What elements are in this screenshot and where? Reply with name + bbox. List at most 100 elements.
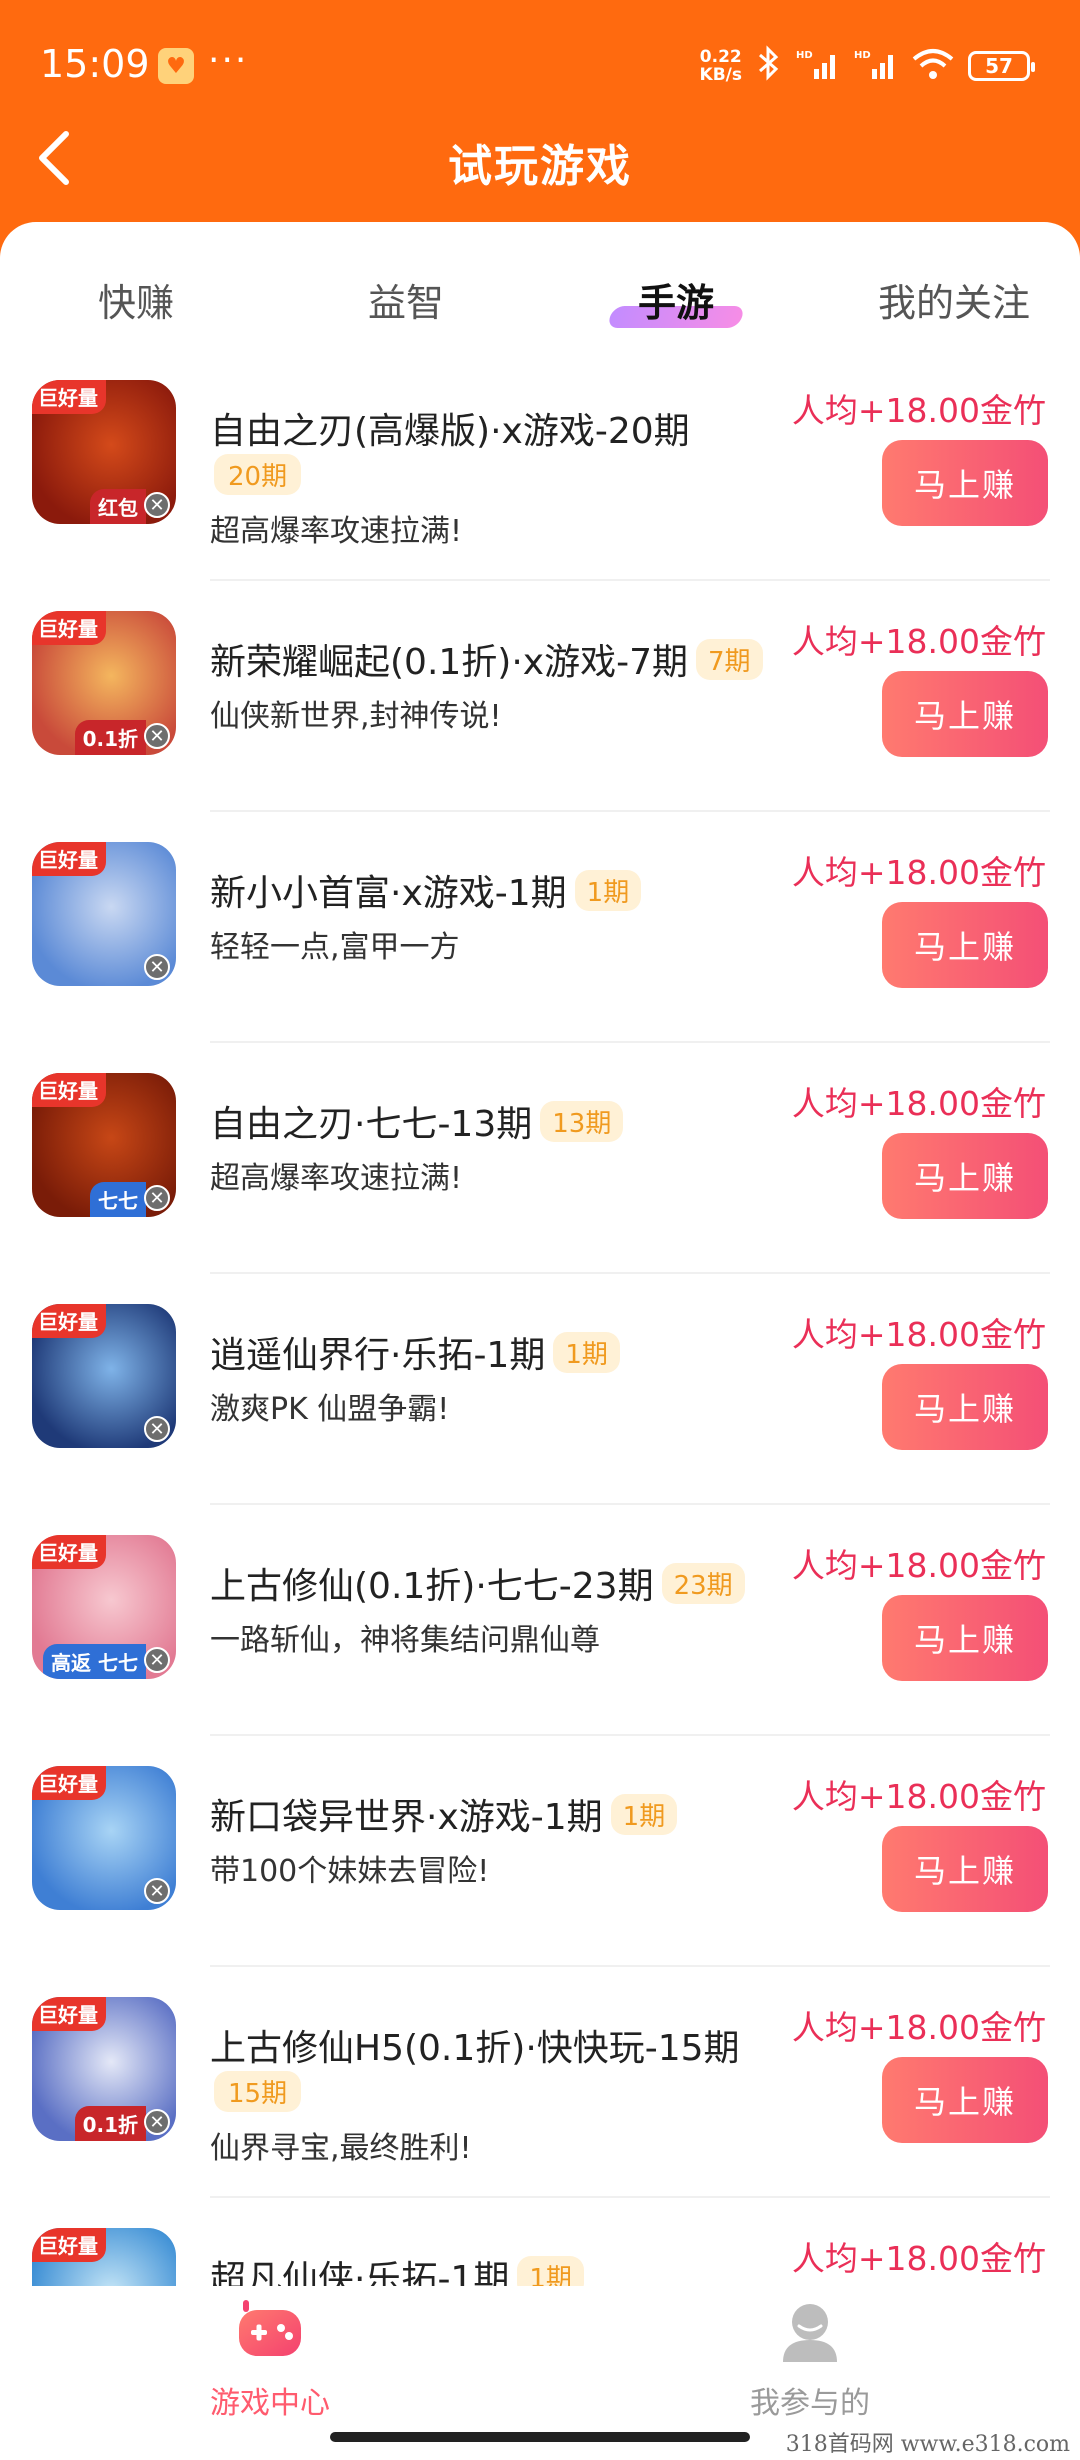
game-title: 逍遥仙界行·乐拓-1期 1期 xyxy=(210,1326,620,1378)
game-description: 带100个妹妹去冒险! xyxy=(210,1854,490,1889)
game-title: 上古修仙H5(0.1折)·快快玩-15期 xyxy=(210,2019,740,2071)
hot-badge: 巨好量 xyxy=(32,380,106,414)
close-icon: ✕ xyxy=(144,954,170,980)
more-notifications-icon: ··· xyxy=(208,40,249,81)
period-tag: 7期 xyxy=(696,639,763,680)
game-description: 仙侠新世界,封神传说! xyxy=(210,699,502,734)
signal-icon-2: HD xyxy=(854,47,898,85)
reward-amount: 人均+18.00金竹 xyxy=(791,1315,1046,1354)
tab-label: 快赚 xyxy=(97,281,174,325)
hot-badge: 巨好量 xyxy=(32,1535,106,1569)
reward-amount: 人均+18.00金竹 xyxy=(791,2239,1046,2278)
hot-badge: 巨好量 xyxy=(32,842,106,876)
game-description: 超高爆率攻速拉满! xyxy=(210,1161,463,1196)
tab-my-follows[interactable]: 我的关注 xyxy=(854,272,1054,327)
game-icon[interactable]: 巨好量 ✕ xyxy=(32,1304,176,1448)
reward-amount: 人均+18.00金竹 xyxy=(791,622,1046,661)
platform-badge: 0.1折 xyxy=(74,720,146,755)
earn-now-button[interactable]: 马上赚 xyxy=(882,1826,1048,1912)
game-icon[interactable]: 巨好量红包 ✕ xyxy=(32,380,176,524)
status-bar: 15:09 ♥ ··· 0.22 KB/s HD HD 57 xyxy=(0,0,1080,130)
game-description: 轻轻一点,富甲一方 xyxy=(210,930,460,965)
nav-label: 游戏中心 xyxy=(210,2386,330,2421)
tab-label: 手游 xyxy=(637,281,714,325)
main-content: 快赚 益智 手游 我的关注 巨好量 红包 ✕ 自由之刃(高爆版)·x游戏-20期 20期… xyxy=(0,222,1080,2460)
user-icon xyxy=(775,2296,845,2366)
game-title: 新口袋异世界·x游戏-1期 1期 xyxy=(210,1788,678,1840)
earn-now-button[interactable]: 马上赚 xyxy=(882,1133,1048,1219)
reward-amount: 人均+18.00金竹 xyxy=(791,391,1046,430)
reward-amount: 人均+18.00金竹 xyxy=(791,853,1046,892)
earn-now-button[interactable]: 马上赚 xyxy=(882,2057,1048,2143)
watermark: 318首码网 www.e318.com xyxy=(785,2432,1070,2457)
platform-badge: 高返 七七 xyxy=(43,1644,146,1679)
wifi-icon xyxy=(912,47,954,85)
app-header: 15:09 ♥ ··· 0.22 KB/s HD HD 57 试玩游戏 xyxy=(0,0,1080,222)
earn-now-button[interactable]: 马上赚 xyxy=(882,671,1048,757)
close-icon: ✕ xyxy=(144,1185,170,1211)
earn-now-button[interactable]: 马上赚 xyxy=(882,1595,1048,1681)
tab-mobile-games[interactable]: 手游 xyxy=(576,272,776,328)
svg-text:HD: HD xyxy=(854,50,871,61)
category-tabs: 快赚 益智 手游 我的关注 xyxy=(0,222,1080,350)
period-tag: 15期 xyxy=(214,2071,302,2112)
game-title-text: 新荣耀崛起(0.1折)·x游戏-7期 xyxy=(210,642,688,683)
period-tag: 20期 xyxy=(214,454,302,495)
game-icon[interactable]: 巨好量 0.1折 ✕ xyxy=(32,611,176,755)
tab-label: 我的关注 xyxy=(877,281,1030,325)
period-tag: 1期 xyxy=(574,870,642,911)
hot-badge: 巨好量 xyxy=(32,1997,106,2031)
game-row[interactable]: 巨好量 ✕ 新口袋异世界·x游戏-1期 1期 带100个妹妹去冒险! 人均+18.00金竹… xyxy=(0,1736,1080,1967)
game-icon[interactable]: 巨好量 ✕ xyxy=(32,842,176,986)
game-row[interactable]: 巨好量 ✕ 新小小首富·x游戏-1期 1期轻轻一点,富甲一方 人均+18.00金竹马上赚 xyxy=(0,812,1080,1043)
nav-label: 我参与的 xyxy=(750,2386,870,2421)
battery-indicator: 57 xyxy=(968,51,1035,81)
period-tag: 1期 xyxy=(610,1794,678,1835)
game-icon[interactable]: 巨好量 ✕ xyxy=(32,1766,176,1910)
period-tag: 13期 xyxy=(540,1101,624,1142)
close-icon: ✕ xyxy=(144,492,170,518)
game-description: 超高爆率攻速拉满! xyxy=(210,514,463,549)
game-icon[interactable]: 巨好量 七七 ✕ xyxy=(32,1073,176,1217)
tab-quick-earn[interactable]: 快赚 xyxy=(36,272,236,327)
network-speed: 0.22 KB/s xyxy=(700,48,742,84)
hot-badge: 巨好量 xyxy=(32,1073,106,1107)
game-row[interactable]: 巨好量 七七 ✕ 自由之刃·七七-13期 13期 超高爆率攻速拉满! 人均+18.00金竹马… xyxy=(0,1043,1080,1274)
game-title: 上古修仙(0.1折)·七七-23期 23期 xyxy=(210,1557,745,1609)
platform-badge: 红包 xyxy=(90,489,146,524)
close-icon: ✕ xyxy=(144,1416,170,1442)
period-tag: 23期 xyxy=(661,1563,745,1604)
nav-my-participation[interactable]: 我参与的 xyxy=(700,2296,920,2422)
hot-badge: 巨好量 xyxy=(32,2228,106,2262)
status-time: 15:09 xyxy=(40,42,150,86)
tab-puzzle[interactable]: 益智 xyxy=(306,272,506,327)
earn-now-button[interactable]: 马上赚 xyxy=(882,440,1048,526)
earn-now-button[interactable]: 马上赚 xyxy=(882,902,1048,988)
game-row[interactable]: 巨好量 ✕ 逍遥仙界行·乐拓-1期 1期 激爽PK 仙盟争霸! 人均+18.00金竹 马上赚 xyxy=(0,1274,1080,1505)
game-icon[interactable]: 巨好量 0.1折 ✕ xyxy=(32,1997,176,2141)
close-icon: ✕ xyxy=(144,723,170,749)
platform-badge: 0.1折 xyxy=(74,2106,146,2141)
game-list: 巨好量 红包 ✕ 自由之刃(高爆版)·x游戏-20期 20期 超高爆率攻速拉满! 人均+18… xyxy=(0,350,1080,2429)
game-title-text: 逍遥仙界行·乐拓-1期 xyxy=(210,1335,546,1376)
game-row[interactable]: 巨好量 0.1折 ✕ 新荣耀崛起(0.1折)·x游戏-7期 7期仙侠新世界,封神传说! 人… xyxy=(0,581,1080,812)
game-title: 自由之刃·七七-13期 13期 xyxy=(210,1095,624,1147)
game-title-text: 自由之刃·七七-13期 xyxy=(210,1104,533,1145)
game-row[interactable]: 巨好量 高返 七七 ✕ 上古修仙(0.1折)·七七-23期 23期 一路斩仙，神将集结问鼎… xyxy=(0,1505,1080,1736)
gamepad-icon xyxy=(235,2296,305,2366)
close-icon: ✕ xyxy=(144,1647,170,1673)
game-row[interactable]: 巨好量 红包 ✕ 自由之刃(高爆版)·x游戏-20期 20期 超高爆率攻速拉满! 人均+18… xyxy=(0,350,1080,581)
game-icon[interactable]: 巨好量高返 七七 ✕ xyxy=(32,1535,176,1679)
game-title: 新荣耀崛起(0.1折)·x游戏-7期 7期 xyxy=(210,633,763,685)
home-indicator[interactable] xyxy=(330,2432,750,2442)
close-icon: ✕ xyxy=(144,2109,170,2135)
game-title-text: 新小小首富·x游戏-1期 xyxy=(210,873,567,914)
earn-now-button[interactable]: 马上赚 xyxy=(882,1364,1048,1450)
game-title: 新小小首富·x游戏-1期 1期 xyxy=(210,864,642,916)
signal-icon-1: HD xyxy=(796,47,840,85)
svg-text:HD: HD xyxy=(796,50,813,61)
nav-game-center[interactable]: 游戏中心 xyxy=(160,2296,380,2422)
page-title: 试玩游戏 xyxy=(448,141,632,192)
game-row[interactable]: 巨好量 0.1折 ✕ 上古修仙H5(0.1折)·快快玩-15期 15期 仙界寻宝,最终胜利… xyxy=(0,1967,1080,2198)
net-speed-value: 0.22 xyxy=(699,47,742,67)
